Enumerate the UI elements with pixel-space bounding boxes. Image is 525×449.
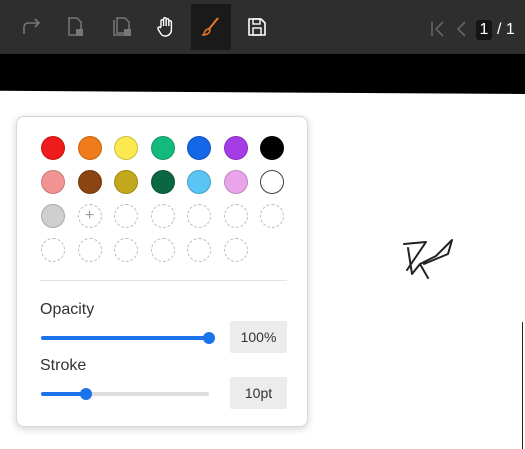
color-swatch[interactable] — [187, 136, 211, 160]
empty-color-slot[interactable] — [114, 238, 138, 262]
current-page[interactable]: 1 — [476, 20, 492, 40]
stroke-value[interactable]: 10pt — [230, 377, 287, 409]
brush-icon — [201, 17, 219, 36]
draw-tool-button[interactable] — [191, 4, 231, 50]
opacity-label: Opacity — [40, 301, 95, 318]
stroke-label: Stroke — [40, 357, 87, 374]
empty-color-slot[interactable] — [150, 238, 175, 262]
delete-page-button[interactable] — [56, 4, 96, 50]
color-swatch[interactable] — [150, 136, 175, 160]
divider — [40, 280, 287, 281]
opacity-value[interactable]: 100% — [230, 321, 287, 353]
color-swatch[interactable] — [77, 170, 102, 194]
pages-delete-icon — [113, 17, 131, 36]
color-swatch[interactable] — [150, 170, 175, 194]
color-swatch[interactable] — [223, 136, 248, 160]
empty-color-slot[interactable] — [41, 238, 65, 262]
opacity-slider[interactable] — [41, 332, 215, 344]
opacity-slider-fill — [41, 336, 209, 340]
save-button[interactable] — [237, 4, 277, 50]
opacity-slider-thumb[interactable] — [203, 332, 215, 344]
color-swatch[interactable] — [223, 170, 248, 194]
delete-all-pages-button[interactable] — [102, 4, 142, 50]
color-picker-panel: + Opacity 100% Stroke 10pt — [16, 116, 308, 427]
previous-page-icon[interactable] — [454, 14, 468, 44]
save-icon — [248, 18, 266, 36]
ink-stroke — [403, 239, 453, 279]
empty-color-slot[interactable] — [187, 238, 211, 262]
empty-color-slot[interactable] — [223, 204, 248, 228]
empty-color-slot[interactable] — [150, 204, 175, 228]
toolbar: 1 / 1 — [0, 0, 525, 54]
redo-icon — [23, 18, 41, 34]
canvas-edge — [522, 322, 523, 449]
empty-color-slot[interactable] — [223, 238, 248, 262]
redo-button[interactable] — [12, 4, 52, 50]
color-swatch[interactable] — [41, 136, 65, 160]
color-swatch[interactable] — [260, 136, 284, 160]
stroke-slider[interactable] — [41, 388, 209, 400]
empty-color-slot[interactable] — [77, 238, 102, 262]
add-color-button[interactable]: + — [77, 204, 102, 228]
stroke-slider-thumb[interactable] — [80, 388, 92, 400]
color-swatch[interactable] — [41, 204, 65, 228]
hand-icon — [157, 17, 173, 37]
page-total: / 1 — [497, 21, 515, 38]
color-swatch[interactable] — [187, 170, 211, 194]
color-swatch[interactable] — [114, 170, 138, 194]
color-swatch[interactable] — [41, 170, 65, 194]
first-page-icon[interactable] — [428, 14, 446, 44]
canvas-top-band — [0, 54, 525, 94]
pan-tool-button[interactable] — [146, 4, 186, 50]
color-swatch[interactable] — [114, 136, 138, 160]
color-swatch[interactable] — [77, 136, 102, 160]
empty-color-slot[interactable] — [114, 204, 138, 228]
page-delete-icon — [68, 17, 83, 36]
empty-color-slot[interactable] — [187, 204, 211, 228]
empty-color-slot[interactable] — [260, 204, 284, 228]
color-swatch[interactable] — [260, 170, 284, 194]
